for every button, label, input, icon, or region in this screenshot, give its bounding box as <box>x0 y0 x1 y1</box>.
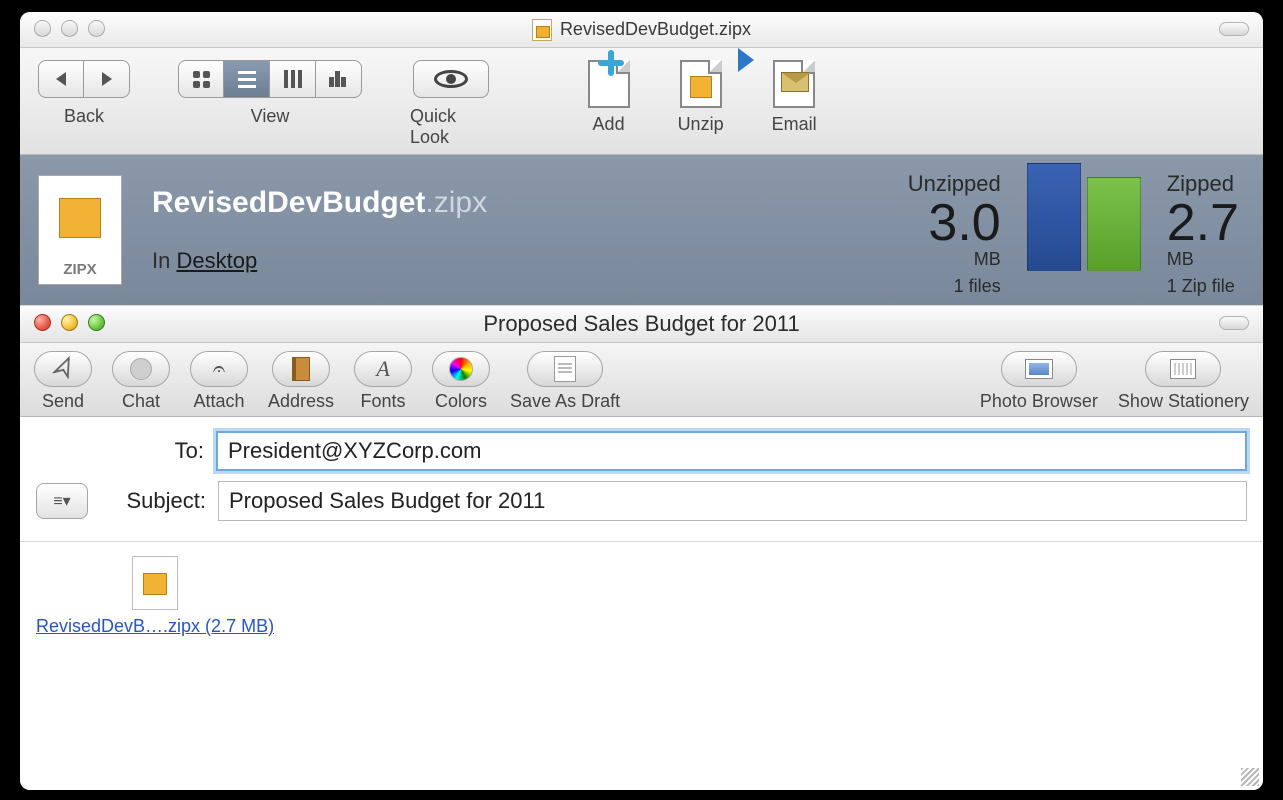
send-label: Send <box>42 391 84 412</box>
winzip-toolbar: Back View Quick Look Ad <box>20 48 1263 155</box>
show-stationery-button[interactable] <box>1145 351 1221 387</box>
address-book-icon <box>292 357 310 381</box>
bar-unzipped <box>1027 163 1081 271</box>
size-bar-chart <box>1027 163 1141 271</box>
view-coverflow-button[interactable] <box>316 60 362 98</box>
colors-button[interactable] <box>432 351 490 387</box>
address-label: Address <box>268 391 334 412</box>
save-draft-label: Save As Draft <box>510 391 620 412</box>
subject-field[interactable] <box>218 481 1247 521</box>
back-forward-segment <box>38 60 130 98</box>
toolbar-pill-button[interactable] <box>1219 316 1249 330</box>
file-ext-badge: ZIPX <box>63 261 96 278</box>
photo-icon <box>1025 359 1053 379</box>
unzipped-unit: MB <box>908 249 1001 270</box>
header-options-button[interactable]: ≡▾ <box>36 483 88 519</box>
zipped-unit: MB <box>1167 249 1239 270</box>
message-body[interactable]: RevisedDevB….zipx (2.7 MB) <box>20 542 1263 790</box>
zoom-icon[interactable] <box>88 20 105 37</box>
archive-info-band: ZIPX RevisedDevBudget.zipx In Desktop Un… <box>20 155 1263 305</box>
subject-label: Subject: <box>100 488 218 514</box>
fonts-label: Fonts <box>361 391 406 412</box>
send-button[interactable] <box>34 351 92 387</box>
eye-icon <box>434 70 468 88</box>
to-label: To: <box>36 438 216 464</box>
photo-browser-button[interactable] <box>1001 351 1077 387</box>
unzipped-value: 3.0 <box>908 197 1001 249</box>
show-stationery-label: Show Stationery <box>1118 391 1249 412</box>
location-link[interactable]: Desktop <box>176 248 257 273</box>
mail-window-title: Proposed Sales Budget for 2011 <box>483 311 799 337</box>
add-button[interactable] <box>588 60 630 108</box>
winzip-titlebar: RevisedDevBudget.zipx <box>20 12 1263 48</box>
color-wheel-icon <box>449 357 473 381</box>
quick-look-button[interactable] <box>413 60 489 98</box>
minimize-icon[interactable] <box>61 314 78 331</box>
attach-label: Attach <box>193 391 244 412</box>
archive-file-icon: ZIPX <box>38 175 122 285</box>
colors-label: Colors <box>435 391 487 412</box>
plus-icon <box>598 50 624 76</box>
address-button[interactable] <box>272 351 330 387</box>
chat-button[interactable] <box>112 351 170 387</box>
close-icon[interactable] <box>34 20 51 37</box>
to-field[interactable] <box>216 431 1247 471</box>
view-columns-button[interactable] <box>270 60 316 98</box>
mail-toolbar: Send Chat 𝄐Attach Address AFonts Colors … <box>20 343 1263 417</box>
archive-filename: RevisedDevBudget.zipx <box>152 186 487 220</box>
email-label: Email <box>772 114 817 135</box>
stationery-icon <box>1170 359 1196 379</box>
toolbar-pill-button[interactable] <box>1219 22 1249 36</box>
view-label: View <box>251 106 290 127</box>
save-draft-button[interactable] <box>527 351 603 387</box>
font-icon: A <box>376 356 389 382</box>
view-icons-button[interactable] <box>178 60 224 98</box>
photo-browser-label: Photo Browser <box>980 391 1098 412</box>
chat-label: Chat <box>122 391 160 412</box>
resize-handle-icon[interactable] <box>1241 768 1259 786</box>
email-button[interactable] <box>773 60 815 108</box>
bar-zipped <box>1087 177 1141 271</box>
attachment-link[interactable]: RevisedDevB….zipx (2.7 MB) <box>36 616 274 637</box>
archive-location: In Desktop <box>152 248 487 274</box>
draft-icon <box>554 356 576 382</box>
fonts-button[interactable]: A <box>354 351 412 387</box>
zipped-sub: 1 Zip file <box>1167 276 1239 297</box>
zipped-value: 2.7 <box>1167 197 1239 249</box>
add-label: Add <box>593 114 625 135</box>
zipx-file-icon <box>532 19 552 41</box>
options-menu-icon: ≡▾ <box>53 491 70 511</box>
zip-folder-icon <box>690 76 712 98</box>
minimize-icon[interactable] <box>61 20 78 37</box>
unzip-button[interactable] <box>680 60 722 108</box>
chat-bubble-icon <box>130 358 152 380</box>
unzip-label: Unzip <box>678 114 724 135</box>
back-label: Back <box>64 106 104 127</box>
mail-titlebar: Proposed Sales Budget for 2011 <box>20 305 1263 343</box>
view-list-button[interactable] <box>224 60 270 98</box>
paperclip-icon: 𝄐 <box>213 356 225 382</box>
compose-header: To: ≡▾ Subject: <box>20 417 1263 542</box>
unzipped-sub: 1 files <box>908 276 1001 297</box>
quick-look-label: Quick Look <box>410 106 492 148</box>
close-icon[interactable] <box>34 314 51 331</box>
attach-button[interactable]: 𝄐 <box>190 351 248 387</box>
view-mode-segment <box>178 60 362 98</box>
size-stats: Unzipped 3.0 MB 1 files Zipped 2.7 MB 1 … <box>908 163 1239 297</box>
forward-button[interactable] <box>84 60 130 98</box>
window-title: RevisedDevBudget.zipx <box>560 19 751 40</box>
attachment-item[interactable]: RevisedDevB….zipx (2.7 MB) <box>36 556 274 637</box>
zoom-icon[interactable] <box>88 314 105 331</box>
paper-plane-icon <box>49 355 77 383</box>
attachment-zip-icon <box>132 556 178 610</box>
envelope-icon <box>781 72 809 92</box>
back-button[interactable] <box>38 60 84 98</box>
